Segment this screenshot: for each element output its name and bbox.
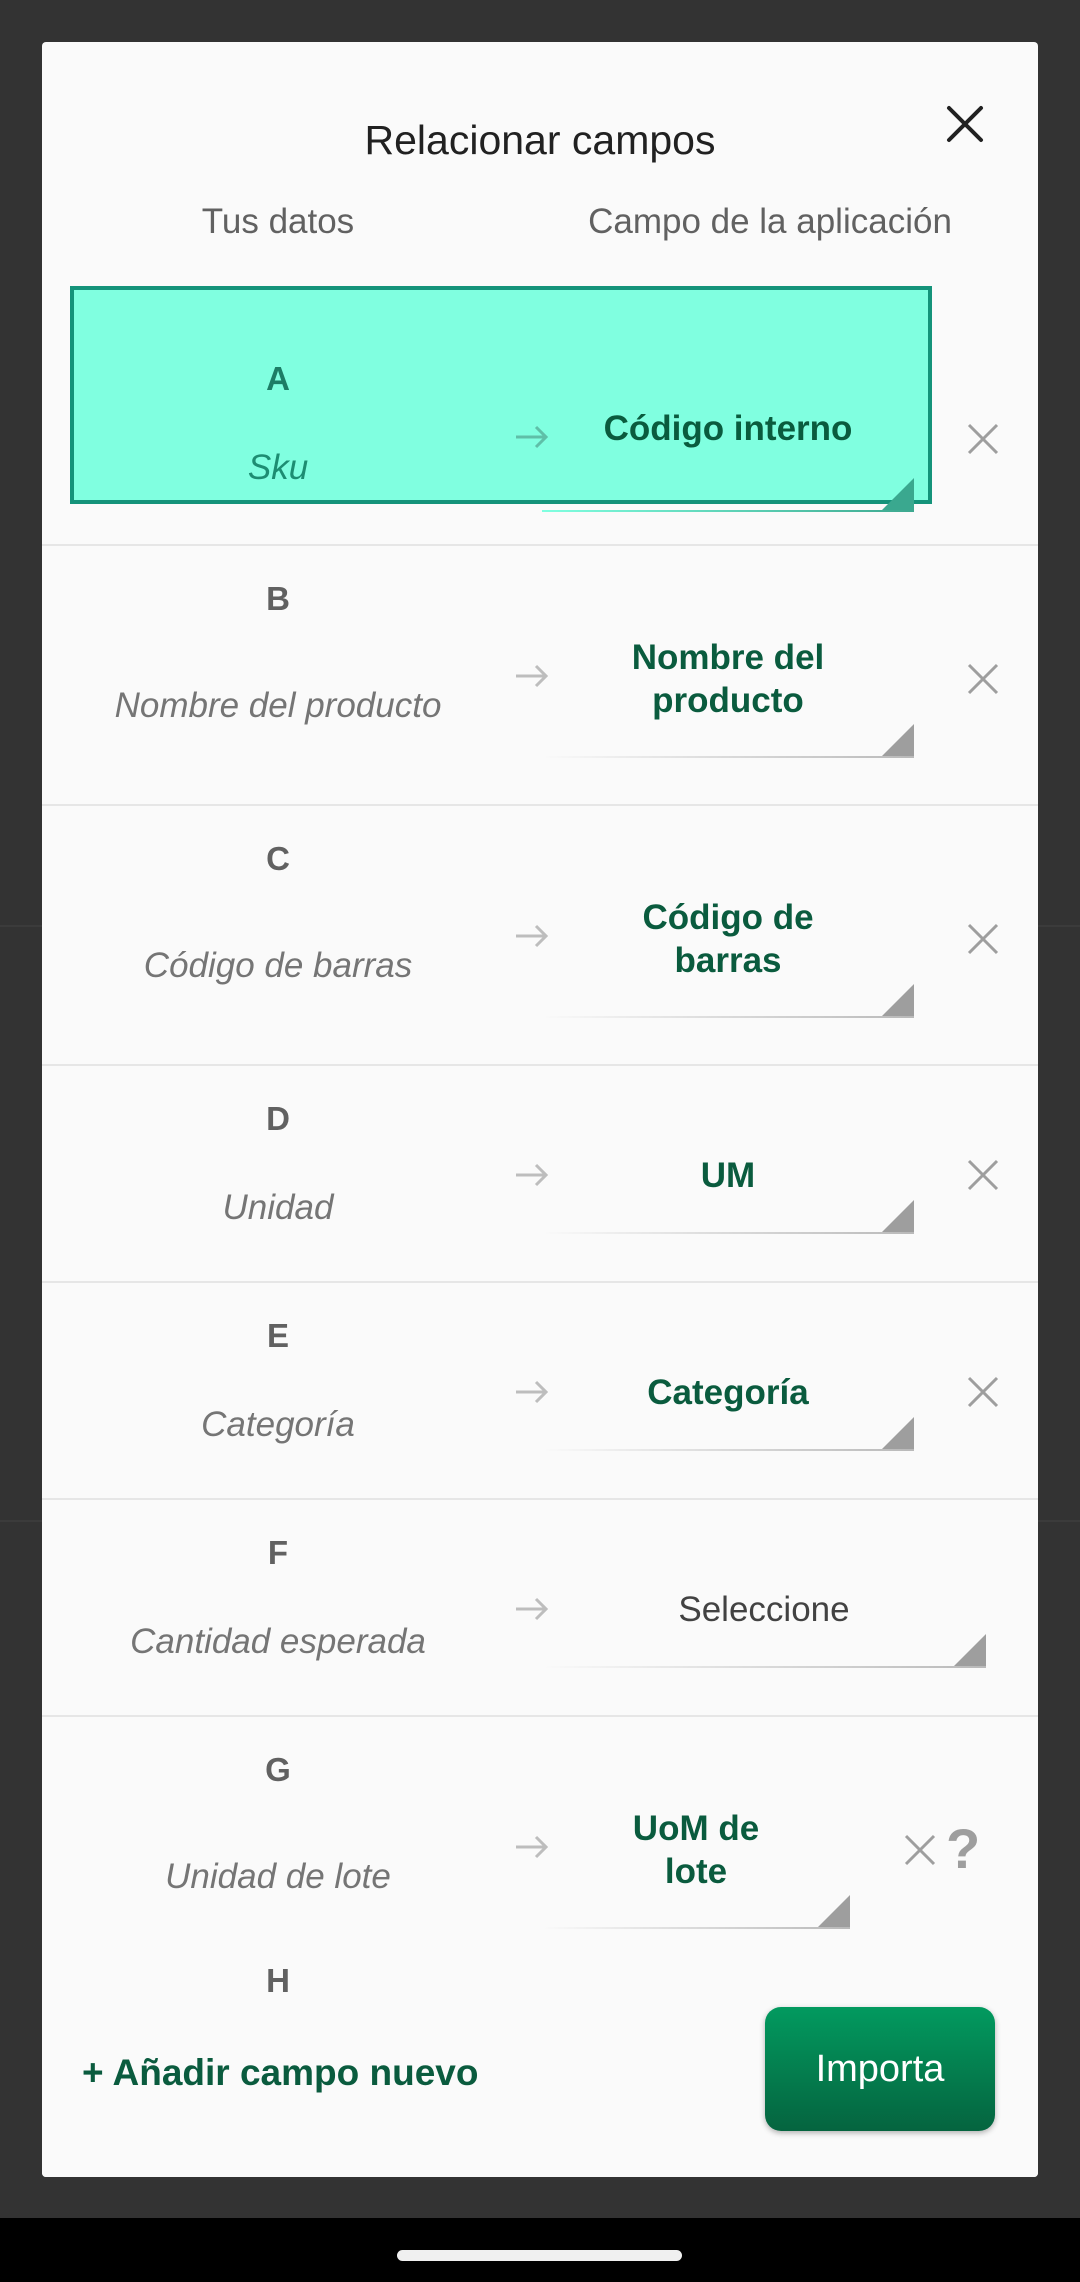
select-placeholder: Seleccione (678, 1590, 850, 1629)
system-nav-bar (0, 2218, 1080, 2282)
column-letter: D (266, 1100, 290, 1137)
dropdown-corner-icon (954, 1634, 986, 1666)
clear-mapping-icon[interactable] (961, 917, 1005, 961)
dropdown-corner-icon (882, 984, 914, 1016)
clear-mapping-icon[interactable] (961, 417, 1005, 461)
selected-field-value: UoM de lote (632, 1809, 760, 1891)
map-fields-dialog: Relacionar campos Tus datos Campo de la … (42, 42, 1038, 2177)
select-underline (542, 1016, 914, 1018)
source-field-name: Cantidad esperada (130, 1622, 426, 1661)
column-letter: H (266, 1962, 290, 1999)
dropdown-corner-icon (818, 1895, 850, 1927)
column-letter: E (266, 1317, 289, 1354)
app-field-select[interactable]: Seleccione (542, 1564, 986, 1668)
dialog-title: Relacionar campos (364, 117, 716, 163)
select-underline (542, 1232, 914, 1234)
select-underline (542, 1927, 850, 1929)
selected-field-value: Nombre del producto (631, 638, 825, 720)
column-letter: G (265, 1751, 291, 1788)
add-field-button[interactable]: + Añadir campo nuevo (82, 2054, 478, 2091)
mapping-row-f: F Cantidad esperada Seleccione (42, 1500, 1038, 1717)
column-letter: C (266, 840, 290, 877)
clear-mapping-icon[interactable] (961, 657, 1005, 701)
selected-field-value: UM (700, 1156, 756, 1195)
selected-field-value: Categoría (647, 1373, 809, 1412)
column-letter: B (266, 580, 290, 617)
source-field-name: Sku (247, 448, 309, 487)
app-field-select[interactable]: UoM de lote (542, 1795, 850, 1929)
source-field-name: Unidad de lote (165, 1857, 391, 1896)
column-letter: A (266, 360, 290, 397)
close-button[interactable] (935, 94, 995, 154)
column-letter: F (267, 1534, 289, 1571)
mapping-row-b: B Nombre del producto Nombre del product… (42, 546, 1038, 806)
column-header-your-data: Tus datos (201, 202, 355, 241)
select-underline (542, 510, 914, 512)
close-icon (947, 106, 983, 142)
source-field-name: Código de barras (143, 946, 413, 985)
selected-field-value: Código de barras (642, 898, 814, 980)
clear-mapping-icon[interactable] (961, 1370, 1005, 1414)
dropdown-corner-icon (882, 1417, 914, 1449)
dropdown-corner-icon (882, 478, 914, 510)
selected-field-value: Código interno (603, 409, 853, 448)
source-field-name: Categoría (201, 1405, 355, 1444)
mapping-row-d: D Unidad UM (42, 1066, 1038, 1283)
home-indicator[interactable] (397, 2250, 682, 2261)
dropdown-corner-icon (882, 1200, 914, 1232)
help-icon[interactable]: ? (946, 1821, 980, 1877)
app-field-select[interactable]: Código de barras (542, 884, 914, 1018)
import-button[interactable]: Importa (765, 2007, 995, 2131)
clear-mapping-icon[interactable] (898, 1828, 942, 1872)
dialog-footer: H + Añadir campo nuevo Importa (42, 1948, 1038, 2177)
mapping-row-g: G Unidad de lote UoM de lote ? (42, 1717, 1038, 1977)
clear-mapping-icon[interactable] (961, 1153, 1005, 1197)
mapping-row-e: E Categoría Categoría (42, 1283, 1038, 1500)
app-field-select[interactable]: UM (542, 1130, 914, 1234)
app-field-select[interactable]: Nombre del producto (542, 624, 914, 758)
mapping-row-c: C Código de barras Código de barras (42, 806, 1038, 1066)
select-underline (542, 1449, 914, 1451)
select-underline (542, 1666, 986, 1668)
select-underline (542, 756, 914, 758)
source-field-name: Unidad (222, 1188, 334, 1227)
mapping-row-a: A Sku Código interno (42, 286, 1038, 546)
column-header-app-field: Campo de la aplicación (588, 202, 952, 241)
dropdown-corner-icon (882, 724, 914, 756)
app-field-select[interactable]: Categoría (542, 1347, 914, 1451)
app-field-select[interactable]: Código interno (542, 394, 914, 512)
source-field-name: Nombre del producto (114, 686, 442, 725)
